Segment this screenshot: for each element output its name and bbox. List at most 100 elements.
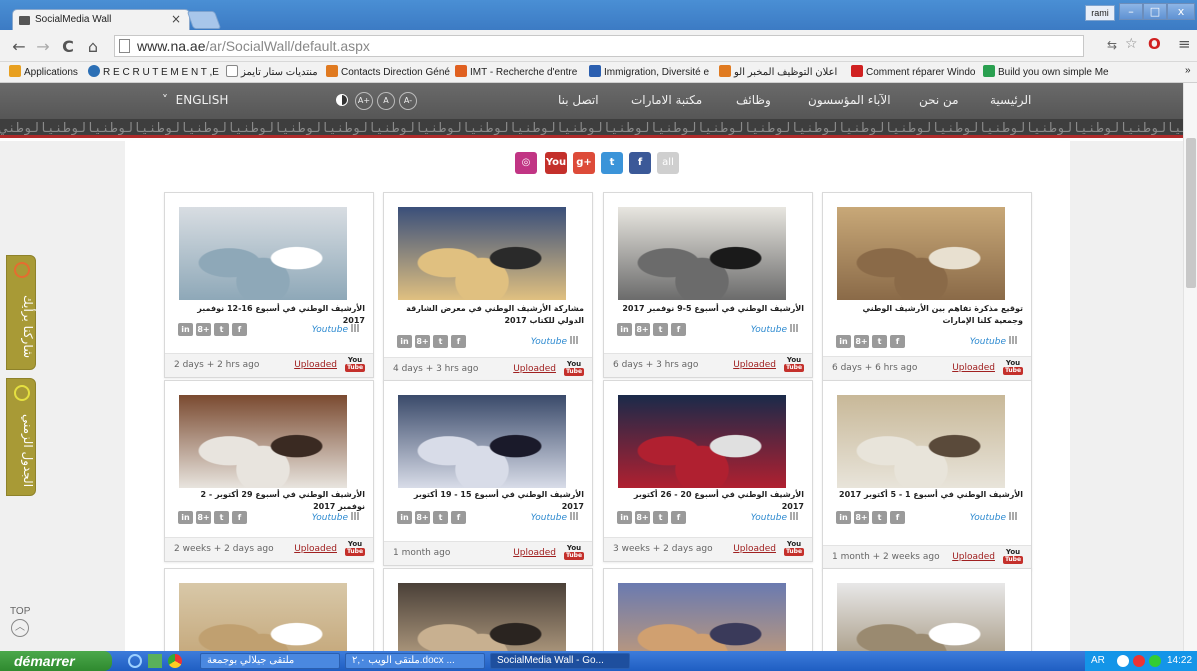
language-indicator[interactable]: AR xyxy=(1091,651,1105,671)
bookmark-item[interactable]: Build you own simple Me xyxy=(983,65,1109,78)
source-label[interactable]: Youtube xyxy=(970,336,1017,347)
uploaded-link[interactable]: Uploaded xyxy=(513,548,556,558)
uploaded-link[interactable]: Uploaded xyxy=(952,363,995,373)
browser-tab[interactable]: SocialMedia Wall × xyxy=(12,9,190,31)
facebook-share-icon[interactable]: f xyxy=(232,511,247,524)
close-window-button[interactable]: x xyxy=(1167,3,1195,20)
facebook-share-icon[interactable]: f xyxy=(671,511,686,524)
facebook-share-icon[interactable]: f xyxy=(890,335,905,348)
post-title[interactable]: الأرشيف الوطني في أسبوع 20 - 26 أكتوبر 2… xyxy=(612,489,804,513)
twitter-share-icon[interactable]: t xyxy=(433,511,448,524)
bookmark-item[interactable]: R E C R U T E M E N T ,E xyxy=(88,65,219,78)
tray-icon[interactable] xyxy=(1149,655,1161,667)
schedule-tab[interactable]: الجدول الزمني xyxy=(6,378,36,496)
menu-icon[interactable]: ≡ xyxy=(1178,35,1191,53)
facebook-share-icon[interactable]: f xyxy=(671,323,686,336)
post-card[interactable]: مشاركة الأرشيف الوطني في معرض الشارقة ال… xyxy=(383,192,593,382)
twitter-share-icon[interactable]: t xyxy=(653,511,668,524)
twitter-share-icon[interactable]: t xyxy=(214,511,229,524)
scroll-top-button[interactable]: ︿ xyxy=(11,619,29,637)
taskbar-item-active[interactable]: SocialMedia Wall - Go... xyxy=(490,653,630,669)
youtube-logo-icon[interactable]: You Tube xyxy=(345,540,365,558)
nav-item-about[interactable]: من نحن xyxy=(919,93,959,107)
bookmark-star-icon[interactable]: ☆ xyxy=(1125,36,1138,52)
googleplus-share-icon[interactable]: 8+ xyxy=(196,511,211,524)
youtube-logo-icon[interactable]: You Tube xyxy=(784,356,804,374)
nav-item-founders[interactable]: الآباء المؤسسون xyxy=(808,93,891,107)
uploaded-link[interactable]: Uploaded xyxy=(294,360,337,370)
uploaded-link[interactable]: Uploaded xyxy=(733,360,776,370)
nav-item-home[interactable]: الرئيسية xyxy=(990,93,1031,107)
bookmark-item[interactable]: Contacts Direction Géné xyxy=(326,65,450,78)
youtube-logo-icon[interactable]: You Tube xyxy=(1003,548,1023,566)
uploaded-link[interactable]: Uploaded xyxy=(733,544,776,554)
filter-instagram-icon[interactable]: ◎ xyxy=(515,152,537,174)
nav-item-contact[interactable]: اتصل بنا xyxy=(558,93,599,107)
post-card[interactable]: الأرشيف الوطني في أسبوع 1 - 5 أكتوبر 201… xyxy=(822,380,1032,570)
post-thumbnail[interactable] xyxy=(618,395,786,488)
minimize-button[interactable]: – xyxy=(1119,3,1143,20)
post-thumbnail[interactable] xyxy=(398,395,566,488)
youtube-logo-icon[interactable]: You Tube xyxy=(345,356,365,374)
linkedin-share-icon[interactable]: in xyxy=(178,511,193,524)
share-opinion-tab[interactable]: شاركنا برأيك xyxy=(6,255,36,370)
contrast-icon[interactable] xyxy=(336,94,348,106)
translate-icon[interactable]: ⇆ xyxy=(1107,38,1117,52)
post-title[interactable]: مشاركة الأرشيف الوطني في معرض الشارقة ال… xyxy=(392,303,584,327)
googleplus-share-icon[interactable]: 8+ xyxy=(854,335,869,348)
linkedin-share-icon[interactable]: in xyxy=(836,335,851,348)
bookmark-item[interactable]: منتديات ستار تايمز xyxy=(226,65,318,78)
uploaded-link[interactable]: Uploaded xyxy=(294,544,337,554)
post-card[interactable] xyxy=(383,568,593,671)
facebook-share-icon[interactable]: f xyxy=(890,511,905,524)
taskbar-item[interactable]: ملتقى الويب ۲,۰.docx ... xyxy=(345,653,485,669)
post-card[interactable]: الأرشيف الوطني في أسبوع 29 أكتوبر - 2 نو… xyxy=(164,380,374,562)
filter-facebook-icon[interactable]: f xyxy=(629,152,651,174)
twitter-share-icon[interactable]: t xyxy=(872,511,887,524)
source-label[interactable]: Youtube xyxy=(312,324,359,335)
extension-icon[interactable]: O xyxy=(1148,35,1161,53)
post-card[interactable]: الأرشيف الوطني في أسبوع 20 - 26 أكتوبر 2… xyxy=(603,380,813,562)
twitter-share-icon[interactable]: t xyxy=(653,323,668,336)
post-card[interactable] xyxy=(603,568,813,671)
tab-close-icon[interactable]: × xyxy=(171,12,181,26)
twitter-share-icon[interactable]: t xyxy=(214,323,229,336)
youtube-logo-icon[interactable]: You Tube xyxy=(1003,359,1023,377)
post-title[interactable]: الأرشيف الوطني في أسبوع 5-9 نوفمبر 2017 xyxy=(612,303,804,315)
page-scrollbar[interactable] xyxy=(1183,83,1197,651)
linkedin-share-icon[interactable]: in xyxy=(397,511,412,524)
filter-twitter-icon[interactable]: t xyxy=(601,152,623,174)
tray-icon[interactable] xyxy=(1117,655,1129,667)
post-thumbnail[interactable] xyxy=(398,207,566,300)
filter-googleplus-icon[interactable]: g+ xyxy=(573,152,595,174)
source-label[interactable]: Youtube xyxy=(751,324,798,335)
reload-icon[interactable]: C xyxy=(59,37,77,56)
source-label[interactable]: Youtube xyxy=(970,512,1017,523)
font-normal-button[interactable]: A xyxy=(377,92,395,110)
post-thumbnail[interactable] xyxy=(179,207,347,300)
bookmark-item[interactable]: Comment réparer Windo xyxy=(851,65,975,78)
googleplus-share-icon[interactable]: 8+ xyxy=(854,511,869,524)
font-increase-button[interactable]: A+ xyxy=(355,92,373,110)
bookmark-item[interactable]: Applications xyxy=(9,65,78,78)
back-arrow-icon[interactable]: ← xyxy=(10,37,28,56)
youtube-logo-icon[interactable]: You Tube xyxy=(784,540,804,558)
filter-all-icon[interactable]: all xyxy=(657,152,679,174)
home-icon[interactable]: ⌂ xyxy=(84,37,102,56)
bookmark-item[interactable]: اعلان التوظيف المخبر الو xyxy=(719,65,837,78)
youtube-logo-icon[interactable]: You Tube xyxy=(564,544,584,562)
taskbar-item[interactable]: ملتقى جيلالي بوجمعة xyxy=(200,653,340,669)
linkedin-share-icon[interactable]: in xyxy=(397,335,412,348)
post-title[interactable]: الأرشيف الوطني في أسبوع 29 أكتوبر - 2 نو… xyxy=(173,489,365,513)
post-thumbnail[interactable] xyxy=(837,207,1005,300)
facebook-share-icon[interactable]: f xyxy=(451,335,466,348)
twitter-share-icon[interactable]: t xyxy=(872,335,887,348)
source-label[interactable]: Youtube xyxy=(531,512,578,523)
post-card[interactable] xyxy=(164,568,374,671)
source-label[interactable]: Youtube xyxy=(531,336,578,347)
source-label[interactable]: Youtube xyxy=(751,512,798,523)
new-tab-button[interactable] xyxy=(186,11,222,29)
post-thumbnail[interactable] xyxy=(179,395,347,488)
twitter-share-icon[interactable]: t xyxy=(433,335,448,348)
googleplus-share-icon[interactable]: 8+ xyxy=(635,511,650,524)
